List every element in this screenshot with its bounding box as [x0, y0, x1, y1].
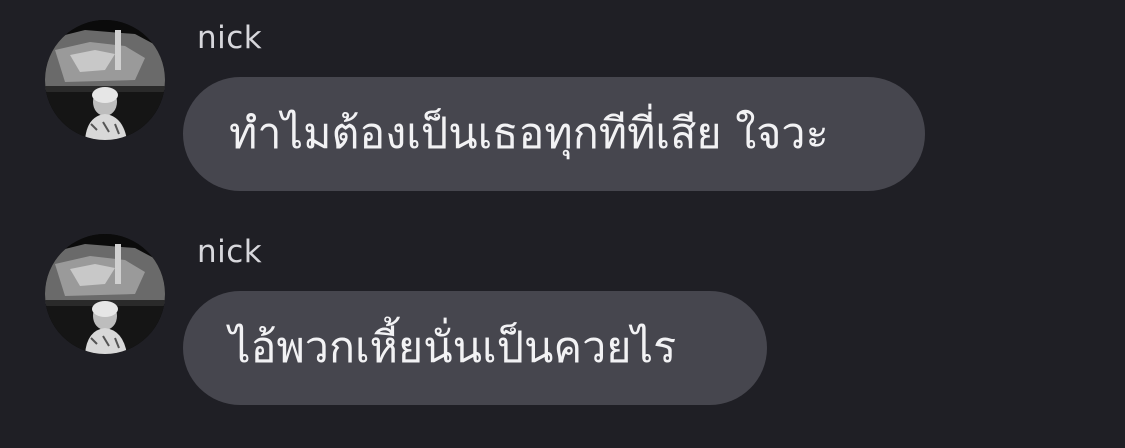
avatar[interactable] — [45, 234, 165, 354]
profile-photo-avatar-icon — [45, 20, 165, 140]
profile-photo-avatar-icon — [45, 234, 165, 354]
message-bubble[interactable]: ทำไมต้องเป็นเธอทุกทีที่เสีย ใจวะ — [183, 77, 925, 191]
message-thread: nick ทำไมต้องเป็นเธอทุกทีที่เสีย ใจวะ ni… — [0, 0, 1125, 448]
avatar[interactable] — [45, 20, 165, 140]
sender-name: nick — [197, 234, 263, 270]
message-bubble[interactable]: ไอ้พวกเหี้ยนั่นเป็นควยไร — [183, 291, 767, 405]
sender-name: nick — [197, 20, 263, 56]
